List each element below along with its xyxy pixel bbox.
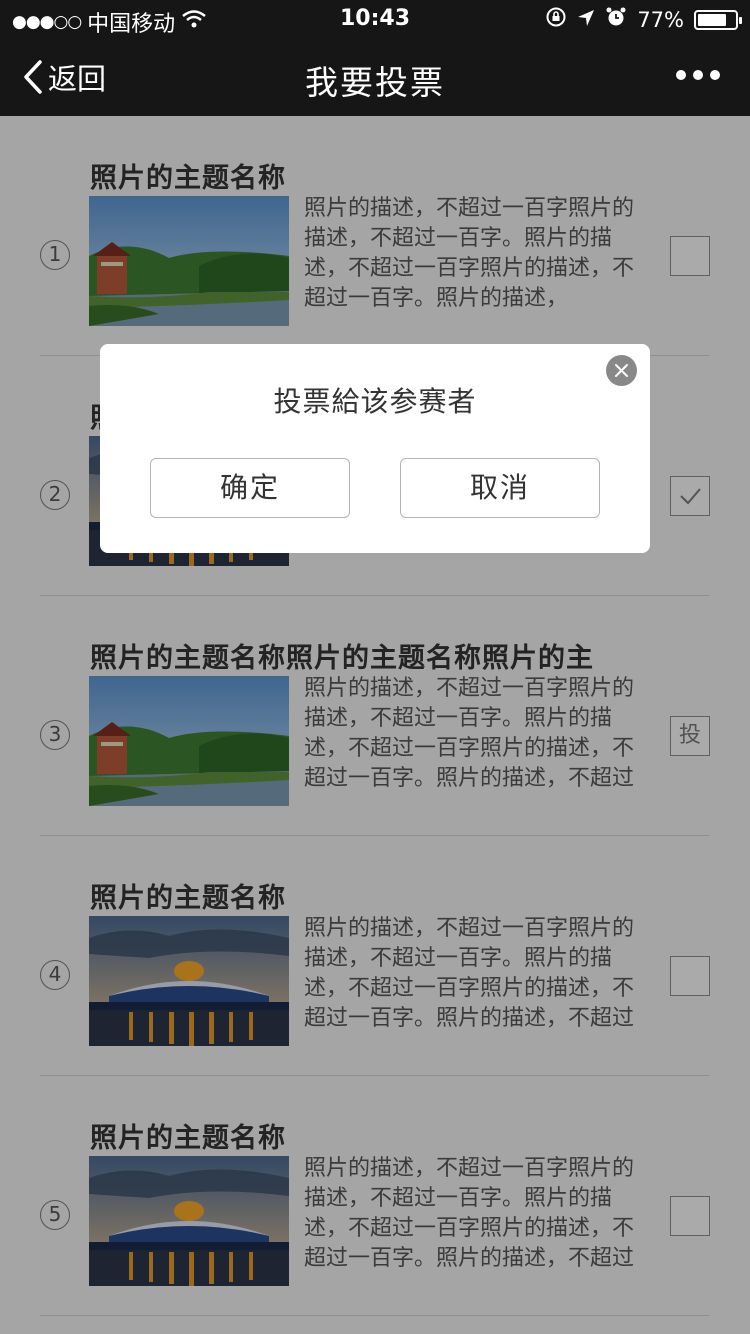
more-button[interactable] (676, 70, 720, 80)
location-arrow-icon (577, 8, 595, 32)
confirm-button[interactable]: 确定 (150, 458, 350, 518)
battery-percent: 77% (637, 7, 684, 32)
alarm-icon (605, 6, 627, 33)
page-title: 我要投票 (305, 63, 445, 102)
vote-confirm-dialog: 投票給该参赛者 确定 取消 (100, 344, 650, 553)
battery-icon (694, 9, 742, 30)
status-bar: ●●●○○ 中国移动 10:43 77% (0, 0, 750, 40)
dialog-title: 投票給该参赛者 (273, 385, 477, 418)
rotation-lock-icon (545, 6, 567, 33)
status-right: 77% (545, 6, 742, 33)
modal-overlay[interactable] (0, 116, 750, 1334)
more-dots-icon (676, 70, 686, 80)
cancel-button[interactable]: 取消 (400, 458, 600, 518)
battery-fill (698, 13, 726, 26)
navigation-bar: 返回 我要投票 (0, 40, 750, 116)
